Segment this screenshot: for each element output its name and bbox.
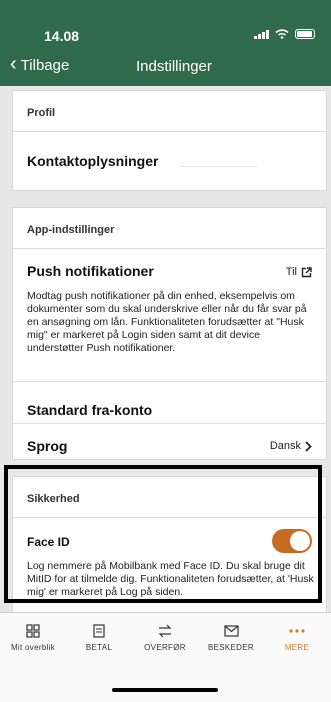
toggle-knob [290, 531, 310, 551]
tab-label: MERE [284, 643, 310, 652]
face-id-toggle[interactable] [272, 529, 312, 553]
profile-card: Profil Kontaktoplysninger [12, 90, 327, 191]
page-title: Indstillinger [136, 58, 212, 75]
tab-more[interactable]: MERE [264, 623, 330, 652]
push-notifications-title: Push notifikationer [27, 263, 154, 279]
divider [181, 166, 257, 167]
divider [13, 423, 326, 424]
tab-label: BESKEDER [208, 643, 254, 652]
tab-messages[interactable]: BESKEDER [198, 623, 264, 652]
signal-icon [254, 29, 269, 39]
divider [13, 381, 326, 382]
security-section-title: Sikkerhed [13, 477, 326, 518]
envelope-icon [198, 623, 264, 639]
chevron-left-icon: ‹ [10, 53, 17, 75]
settings-content[interactable]: Profil Kontaktoplysninger App-indstillin… [0, 86, 331, 612]
back-label: Tilbage [20, 56, 70, 74]
face-id-description: Log nemmere på Mobilbank med Face ID. Du… [27, 560, 314, 598]
tab-overview[interactable]: Mit overblik [0, 623, 66, 652]
security-card: Sikkerhed Face ID Log nemmere på Mobilba… [12, 476, 327, 612]
home-indicator [112, 688, 218, 692]
profile-section-title: Profil [13, 91, 326, 132]
chevron-right-icon [305, 440, 312, 452]
tab-label: OVERFØR [144, 643, 186, 652]
receipt-icon [66, 623, 132, 639]
external-link-icon [301, 266, 312, 277]
back-button[interactable]: ‹ Tilbage [10, 53, 70, 75]
battery-icon [295, 29, 315, 39]
language-value: Dansk [269, 440, 301, 452]
grid-icon [0, 623, 66, 639]
app-header: 14.08 ‹ Tilbage Indstillinger [0, 0, 331, 86]
push-settings-link[interactable]: Til [286, 266, 312, 278]
tab-label: BETAL [85, 643, 113, 652]
more-icon [264, 623, 330, 639]
standard-account-row[interactable]: Standard fra-konto [27, 402, 152, 418]
tab-bar: Mit overblik BETAL OVERFØR BESKEDER MERE [0, 612, 331, 702]
wifi-icon [275, 29, 289, 39]
push-link-label: Til [285, 266, 297, 278]
face-id-title: Face ID [27, 535, 70, 549]
transfer-icon [132, 623, 198, 639]
app-settings-card: App-indstillinger Push notifikationer Ti… [12, 207, 327, 460]
push-description: Modtag push notifikationer på din enhed,… [27, 290, 307, 354]
app-settings-section-title: App-indstillinger [13, 208, 326, 249]
status-time: 14.08 [44, 28, 80, 44]
language-row-title[interactable]: Sprog [27, 438, 67, 454]
language-selector[interactable]: Dansk [270, 440, 312, 452]
tab-pay[interactable]: BETAL [66, 623, 132, 652]
status-icons [254, 29, 315, 39]
tab-label: Mit overblik [10, 643, 56, 652]
nav-bar: ‹ Tilbage Indstillinger [0, 53, 331, 82]
contact-info-row[interactable]: Kontaktoplysninger [27, 153, 158, 169]
tab-transfer[interactable]: OVERFØR [132, 623, 198, 652]
